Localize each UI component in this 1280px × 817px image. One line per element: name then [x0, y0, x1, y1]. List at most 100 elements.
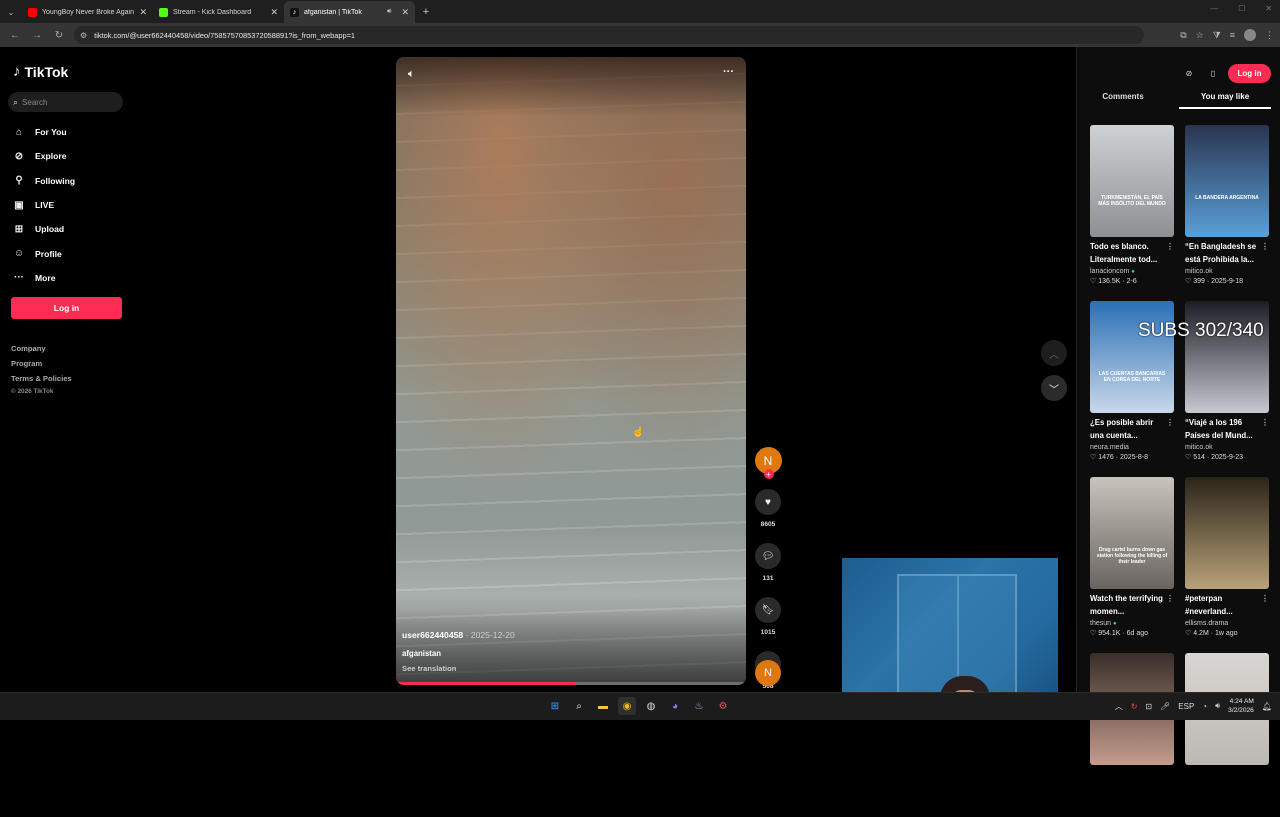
follow-plus-icon[interactable]: +	[763, 469, 774, 479]
video-thumbnail[interactable]	[1185, 301, 1269, 413]
volume-icon[interactable]: 🔈︎	[408, 68, 415, 81]
close-tab-icon[interactable]: ✕	[401, 7, 409, 18]
tab-search-dropdown-icon[interactable]: ⌄	[0, 1, 22, 23]
video-author[interactable]: user662440458 · 2025-12-20	[402, 630, 732, 640]
author-avatar[interactable]: N +	[754, 447, 782, 479]
like-button[interactable]: ♥	[755, 489, 781, 515]
taskbar-clock[interactable]: 4:24 AM 3/2/2026	[1228, 697, 1254, 715]
taskbar-search-icon[interactable]: ⌕	[570, 697, 588, 715]
video-thumbnail[interactable]: LA BANDERA ARGENTINA	[1185, 125, 1269, 237]
card-title[interactable]: “En Bangladesh se está Prohibida la... ⋮	[1185, 241, 1269, 267]
sidebar-item-upload[interactable]: ⊞ Upload	[12, 217, 127, 241]
card-title[interactable]	[1090, 769, 1174, 795]
card-author[interactable]: mitico.ok	[1185, 444, 1269, 451]
save-button[interactable]: 🔖︎	[755, 597, 781, 623]
close-tab-icon[interactable]: ✕	[270, 7, 278, 18]
footer-link-company[interactable]: Company	[11, 341, 72, 356]
card-title[interactable]: “Viajé a los 196 Países del Mund... ⋮	[1185, 417, 1269, 443]
sidebar-item-profile[interactable]: ☺ Profile	[12, 241, 127, 265]
back-arrow-icon[interactable]: ←	[6, 26, 24, 44]
maximize-icon[interactable]: ☐	[1238, 4, 1245, 13]
video-thumbnail[interactable]: LAS CUENTAS BANCARIAS EN COREA DEL NORTE	[1090, 301, 1174, 413]
forward-arrow-icon[interactable]: →	[28, 26, 46, 44]
tiktok-logo[interactable]: ♪ TikTok	[13, 63, 68, 80]
tray-network-icon[interactable]: ⊡	[1145, 702, 1152, 711]
close-window-icon[interactable]: ✕	[1265, 4, 1272, 13]
card-author[interactable]: lanacioncom ●	[1090, 268, 1174, 275]
card-options-icon[interactable]: ⋮	[1166, 593, 1174, 606]
sidebar-item-for-you[interactable]: ⌂ For You	[12, 120, 127, 144]
card-options-icon[interactable]: ⋮	[1261, 241, 1269, 254]
next-video-button[interactable]: ﹀	[1041, 375, 1067, 401]
video-progress-bar[interactable]	[396, 682, 746, 685]
card-options-icon[interactable]: ⋮	[1261, 593, 1269, 606]
address-bar[interactable]: ⚙ tiktok.com/@user662440458/video/758575…	[74, 26, 1144, 44]
card-title[interactable]: Watch the terrifying momen... ⋮	[1090, 593, 1174, 619]
tray-volume-icon[interactable]: 🔊︎	[1215, 701, 1220, 711]
card-title[interactable]	[1185, 769, 1269, 795]
card-author[interactable]: neura.media	[1090, 444, 1174, 451]
video-thumbnail[interactable]: TURKMENISTÁN, EL PAÍS MÁS INSÓLITO DEL M…	[1090, 125, 1174, 237]
browser-tab-tiktok[interactable]: ♪ afganistan | TikTok 🔊︎ ✕	[284, 1, 415, 23]
file-explorer-icon[interactable]: ▬	[594, 697, 612, 715]
see-translation-link[interactable]: See translation	[402, 664, 732, 673]
suggested-video-card[interactable]: Drug cartel burns down gas station follo…	[1090, 477, 1174, 641]
footer-link-terms[interactable]: Terms & Policies	[11, 371, 72, 386]
card-title[interactable]: #peterpan #neverland... ⋮	[1185, 593, 1269, 619]
chrome-icon[interactable]: ◉	[618, 697, 636, 715]
suggested-video-card[interactable]	[1185, 653, 1269, 817]
obs-icon[interactable]: ◍	[642, 697, 660, 715]
video-more-options-icon[interactable]: ···	[723, 66, 734, 78]
video-player[interactable]: 🔈︎ ··· user662440458 · 2025-12-20 afgani…	[396, 57, 746, 685]
sidebar-item-following[interactable]: ⚲ Following	[12, 169, 127, 193]
browser-menu-icon[interactable]: ⋮	[1265, 30, 1274, 41]
tab-comments[interactable]: Comments	[1077, 92, 1169, 109]
music-disc-avatar[interactable]: N	[755, 660, 781, 686]
install-app-icon[interactable]: ⧉	[1180, 30, 1186, 41]
video-thumbnail[interactable]: Drug cartel burns down gas station follo…	[1090, 477, 1174, 589]
comment-button[interactable]: 💬︎	[755, 543, 781, 569]
profile-avatar-icon[interactable]	[1244, 29, 1256, 41]
tray-mic-icon[interactable]: 🎤︎	[1160, 702, 1170, 711]
previous-video-button[interactable]: ︿	[1041, 340, 1067, 366]
suggested-video-card[interactable]: LA BANDERA ARGENTINA “En Bangladesh se e…	[1185, 125, 1269, 289]
card-options-icon[interactable]: ⋮	[1166, 241, 1174, 254]
sidebar-item-more[interactable]: ··· More	[12, 266, 127, 290]
browser-tab-kick[interactable]: Stream - Kick Dashboard ✕	[153, 1, 284, 23]
card-title[interactable]: ¿Es posible abrir una cuenta... ⋮	[1090, 417, 1174, 443]
extensions-icon[interactable]: ⧩	[1213, 30, 1221, 41]
suggested-video-card[interactable]	[1090, 653, 1174, 817]
sidebar-item-explore[interactable]: ⊘ Explore	[12, 144, 127, 168]
tray-app-icon[interactable]: ↻	[1131, 702, 1138, 711]
card-author[interactable]: thesun ●	[1090, 620, 1174, 627]
media-control-icon[interactable]: ≡	[1230, 30, 1235, 40]
tray-wifi-icon[interactable]: ◔	[1202, 702, 1207, 711]
discord-icon[interactable]: ◕	[666, 697, 684, 715]
close-tab-icon[interactable]: ✕	[139, 7, 147, 18]
language-indicator[interactable]: ESP	[1178, 702, 1194, 711]
suggested-video-card[interactable]: #peterpan #neverland... ⋮ ellisms.drama …	[1185, 477, 1269, 641]
tray-overflow-icon[interactable]: ︿	[1115, 701, 1123, 712]
search-input[interactable]: ⌕ Search	[8, 92, 123, 112]
reload-icon[interactable]: ↻	[50, 26, 68, 44]
minimize-icon[interactable]: —	[1210, 4, 1218, 13]
video-thumbnail[interactable]	[1185, 477, 1269, 589]
footer-link-program[interactable]: Program	[11, 356, 72, 371]
site-info-icon[interactable]: ⚙	[80, 31, 87, 40]
suggested-video-card[interactable]: TURKMENISTÁN, EL PAÍS MÁS INSÓLITO DEL M…	[1090, 125, 1174, 289]
sidebar-login-button[interactable]: Log in	[11, 297, 122, 319]
tab-you-may-like[interactable]: You may like	[1179, 92, 1271, 109]
card-author[interactable]: mitico.ok	[1185, 268, 1269, 275]
compass-icon[interactable]: ⊘	[1180, 65, 1198, 83]
phone-icon[interactable]: ▯	[1204, 65, 1222, 83]
card-options-icon[interactable]: ⋮	[1261, 417, 1269, 430]
card-options-icon[interactable]: ⋮	[1166, 417, 1174, 430]
header-login-button[interactable]: Log in	[1228, 64, 1271, 83]
bookmark-star-icon[interactable]: ☆	[1196, 30, 1204, 41]
card-author[interactable]: ellisms.drama	[1185, 620, 1269, 627]
new-tab-button[interactable]: +	[415, 1, 437, 23]
notifications-icon[interactable]: 🔔︎	[1262, 702, 1272, 711]
tab-audio-icon[interactable]: 🔊︎	[387, 8, 391, 16]
settings-app-icon[interactable]: ⚙	[714, 697, 732, 715]
steam-icon[interactable]: ♨	[690, 697, 708, 715]
